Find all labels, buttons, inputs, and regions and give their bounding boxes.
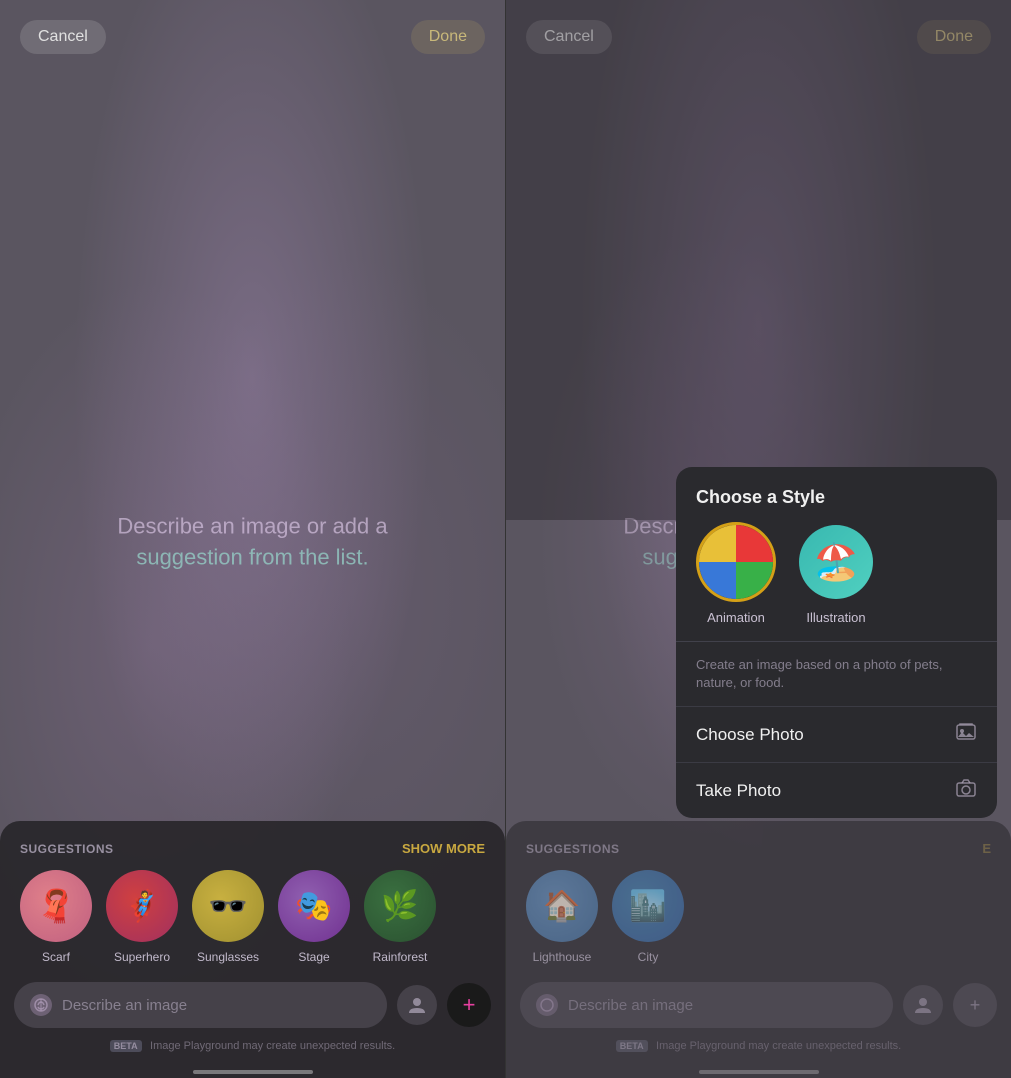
suggestion-sunglasses-icon: 🕶️ bbox=[192, 870, 264, 942]
suggestion-superhero-label: Superhero bbox=[114, 950, 170, 964]
right-top-bar: Cancel Done bbox=[506, 20, 1011, 54]
left-show-more-button[interactable]: SHOW MORE bbox=[402, 841, 485, 856]
beta-badge-left: BETA bbox=[110, 1040, 142, 1052]
style-illustration-circle: 🏖️ bbox=[796, 522, 876, 602]
right-plus-icon: + bbox=[970, 995, 981, 1016]
right-home-indicator bbox=[699, 1070, 819, 1074]
style-options: Animation 🏖️ Illustration bbox=[676, 522, 997, 641]
suggestion-lighthouse-label: Lighthouse bbox=[533, 950, 592, 964]
left-home-indicator bbox=[193, 1070, 313, 1074]
suggestion-sunglasses-label: Sunglasses bbox=[197, 950, 259, 964]
style-animation-label: Animation bbox=[707, 610, 765, 625]
right-input-icon bbox=[536, 994, 558, 1016]
style-popup: Choose a Style Animation 🏖️ Illustration bbox=[676, 467, 997, 818]
left-done-button[interactable]: Done bbox=[411, 20, 485, 54]
suggestion-scarf-icon: 🧣 bbox=[20, 870, 92, 942]
right-suggestions-row: 🏠 Lighthouse 🏙️ City bbox=[506, 870, 1011, 964]
left-top-bar: Cancel Done bbox=[0, 20, 505, 54]
left-center-text-part1: Describe an image or add a bbox=[117, 513, 387, 538]
suggestion-stage-icon: 🎭 bbox=[278, 870, 350, 942]
left-add-button[interactable]: + bbox=[447, 983, 491, 1027]
suggestion-rainforest-icon: 🌿 bbox=[364, 870, 436, 942]
right-input-field: Describe an image bbox=[520, 982, 893, 1028]
left-input-field[interactable]: Describe an image bbox=[14, 982, 387, 1028]
left-bottom-area: SUGGESTIONS SHOW MORE 🧣 Scarf 🦸 Superher… bbox=[0, 821, 505, 1078]
illustration-icon: 🏖️ bbox=[814, 541, 859, 583]
suggestion-sunglasses[interactable]: 🕶️ Sunglasses bbox=[192, 870, 264, 964]
right-show-more-button[interactable]: E bbox=[982, 841, 991, 856]
right-avatar-button[interactable] bbox=[903, 985, 943, 1025]
camera-icon bbox=[955, 777, 977, 804]
right-beta-bar: BETA Image Playground may create unexpec… bbox=[506, 1036, 1011, 1068]
suggestion-city-icon: 🏙️ bbox=[612, 870, 684, 942]
illustration-circle-bg: 🏖️ bbox=[799, 525, 873, 599]
left-center-text-highlight: suggestion from the list. bbox=[136, 544, 368, 569]
beta-text-left: Image Playground may create unexpected r… bbox=[150, 1040, 395, 1052]
right-suggestions-header: SUGGESTIONS E bbox=[506, 841, 1011, 856]
right-done-button[interactable]: Done bbox=[917, 20, 991, 54]
style-popup-title: Choose a Style bbox=[676, 467, 997, 522]
suggestion-superhero[interactable]: 🦸 Superhero bbox=[106, 870, 178, 964]
animation-ball-icon bbox=[699, 525, 773, 599]
suggestion-stage[interactable]: 🎭 Stage bbox=[278, 870, 350, 964]
right-panel: Cancel Done Describe an image or add a s… bbox=[505, 0, 1011, 1078]
right-bottom-content: SUGGESTIONS E 🏠 Lighthouse 🏙️ City bbox=[506, 821, 1011, 1078]
left-cancel-button[interactable]: Cancel bbox=[20, 20, 106, 54]
left-suggestions-header: SUGGESTIONS SHOW MORE bbox=[0, 841, 505, 856]
left-input-icon bbox=[30, 994, 52, 1016]
style-popup-description: Create an image based on a photo of pets… bbox=[676, 642, 997, 706]
plus-icon: + bbox=[463, 992, 476, 1018]
right-add-button[interactable]: + bbox=[953, 983, 997, 1027]
right-input-bar: Describe an image + bbox=[506, 982, 1011, 1028]
right-input-placeholder: Describe an image bbox=[568, 997, 693, 1014]
right-suggestions-label: SUGGESTIONS bbox=[526, 842, 620, 856]
left-suggestions-label: SUGGESTIONS bbox=[20, 842, 114, 856]
suggestion-scarf[interactable]: 🧣 Scarf bbox=[20, 870, 92, 964]
photo-library-icon bbox=[955, 721, 977, 748]
take-photo-label: Take Photo bbox=[696, 781, 781, 801]
right-cancel-button[interactable]: Cancel bbox=[526, 20, 612, 54]
suggestion-lighthouse-icon: 🏠 bbox=[526, 870, 598, 942]
left-panel: Cancel Done Describe an image or add a s… bbox=[0, 0, 505, 1078]
style-illustration-label: Illustration bbox=[806, 610, 865, 625]
beta-badge-right: BETA bbox=[616, 1040, 648, 1052]
style-animation-option[interactable]: Animation bbox=[696, 522, 776, 625]
left-center-text: Describe an image or add a suggestion fr… bbox=[93, 511, 413, 573]
style-animation-circle bbox=[696, 522, 776, 602]
beta-text-right: Image Playground may create unexpected r… bbox=[656, 1040, 901, 1052]
suggestion-scarf-label: Scarf bbox=[42, 950, 70, 964]
left-input-bar: Describe an image + bbox=[0, 982, 505, 1028]
left-avatar-button[interactable] bbox=[397, 985, 437, 1025]
right-dim-overlay bbox=[506, 0, 1011, 520]
suggestion-city[interactable]: 🏙️ City bbox=[612, 870, 684, 964]
suggestion-city-label: City bbox=[638, 950, 659, 964]
left-suggestions-row: 🧣 Scarf 🦸 Superhero 🕶️ Sunglasses bbox=[0, 870, 505, 964]
suggestion-lighthouse[interactable]: 🏠 Lighthouse bbox=[526, 870, 598, 964]
left-input-placeholder: Describe an image bbox=[62, 997, 187, 1014]
style-illustration-option[interactable]: 🏖️ Illustration bbox=[796, 522, 876, 625]
choose-photo-action[interactable]: Choose Photo bbox=[676, 706, 997, 762]
choose-photo-label: Choose Photo bbox=[696, 725, 804, 745]
take-photo-action[interactable]: Take Photo bbox=[676, 762, 997, 818]
left-beta-bar: BETA Image Playground may create unexpec… bbox=[0, 1036, 505, 1068]
suggestion-rainforest-label: Rainforest bbox=[373, 950, 428, 964]
suggestion-superhero-icon: 🦸 bbox=[106, 870, 178, 942]
suggestion-stage-label: Stage bbox=[298, 950, 329, 964]
suggestion-rainforest[interactable]: 🌿 Rainforest bbox=[364, 870, 436, 964]
